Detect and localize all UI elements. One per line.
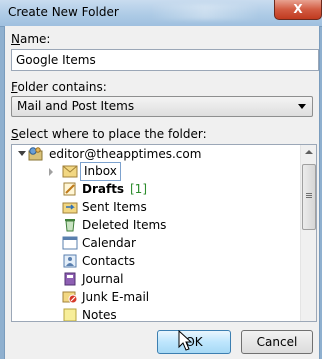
tree-item-label: Journal (82, 272, 124, 286)
collapse-icon[interactable] (18, 151, 26, 156)
folder-tree[interactable]: editor@theapptimes.com Inbox Drafts [1] (11, 144, 317, 322)
calendar-icon (62, 236, 78, 250)
folder-contains-select[interactable]: Mail and Post Items (11, 96, 313, 117)
deleted-items-icon (65, 219, 75, 232)
cancel-button[interactable]: Cancel (241, 330, 313, 354)
expand-icon[interactable] (49, 168, 53, 176)
contacts-icon (63, 254, 77, 268)
sent-items-icon (62, 202, 78, 214)
folder-contains-value: Mail and Post Items (17, 99, 135, 113)
drafts-icon (63, 182, 76, 196)
folder-name-input[interactable]: Google Items (11, 49, 319, 71)
tree-item-label: Notes (82, 308, 117, 322)
tree-item-label: Contacts (82, 254, 135, 268)
notes-icon (63, 308, 77, 321)
dialog-body: Name: Google Items Folder contains: Mail… (4, 26, 320, 359)
tree-item-label: Junk E-mail (82, 290, 150, 304)
chevron-down-icon (298, 104, 306, 109)
scrollbar-thumb[interactable] (302, 164, 316, 230)
location-label: Select where to place the folder: (11, 127, 207, 141)
journal-icon (64, 272, 76, 286)
mouse-cursor-icon (178, 330, 192, 351)
tree-item-label: Calendar (82, 236, 136, 250)
scroll-up-icon[interactable] (305, 150, 313, 154)
tree-item-label: Sent Items (82, 200, 147, 214)
title-bar-blur (150, 4, 260, 20)
tree-item-label: Inbox (80, 162, 121, 181)
name-label: Name: (11, 32, 51, 46)
unread-count: [1] (130, 182, 147, 196)
junk-email-icon (62, 291, 78, 304)
folder-contains-label: Folder contains: (11, 80, 107, 94)
window-title: Create New Folder (8, 5, 119, 19)
mailbox-icon (28, 147, 43, 161)
close-button[interactable]: X (274, 0, 322, 20)
inbox-icon (62, 165, 78, 178)
tree-item-label: Deleted Items (82, 218, 167, 232)
account-name: editor@theapptimes.com (49, 147, 202, 161)
ok-button[interactable]: OK (157, 330, 231, 354)
title-bar: Create New Folder X (0, 0, 322, 27)
tree-item-label: Drafts (82, 182, 125, 196)
tree-scrollbar[interactable] (300, 145, 316, 321)
